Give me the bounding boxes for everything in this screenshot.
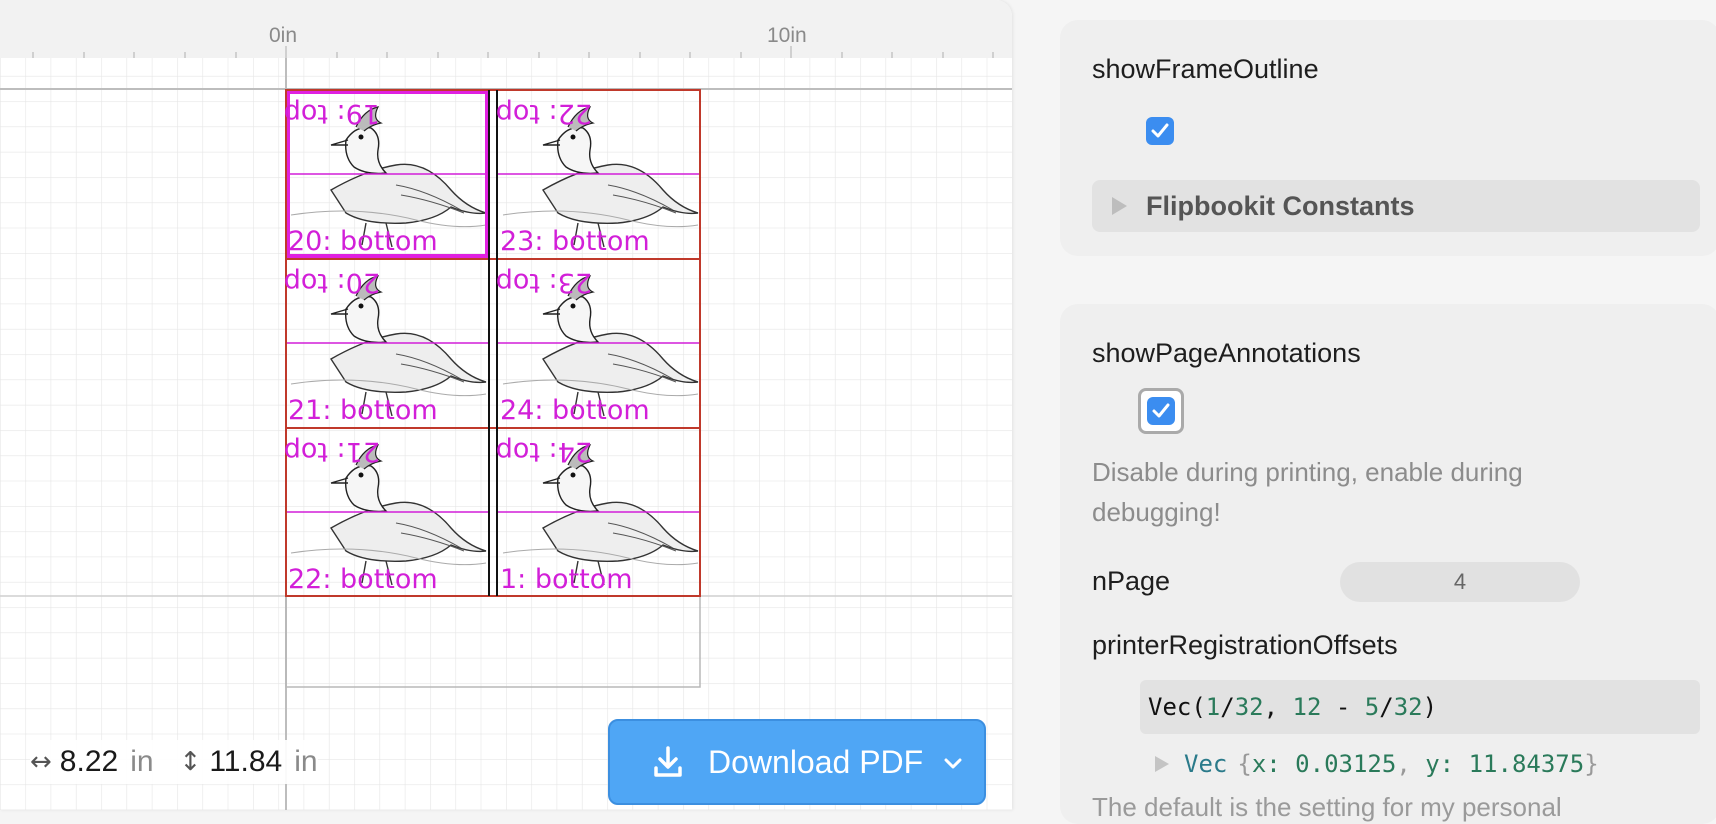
code-close: ) [1422, 693, 1438, 721]
page-canvas[interactable]: 0in 10in 19: top 22: top 20: top 23: top… [0, 0, 1012, 810]
width-unit: in [130, 745, 154, 778]
ruler [0, 0, 1012, 58]
printer-registration-offsets-label: printerRegistrationOffsets [1092, 630, 1398, 660]
show-page-annotations-label: showPageAnnotations [1092, 338, 1361, 368]
frame-top-label: 19: top [284, 98, 380, 129]
vec-x-value: 0.03125 [1295, 750, 1397, 778]
download-pdf-button[interactable]: Download PDF [608, 719, 986, 805]
printer-registration-offsets-code-editor[interactable]: Vec(1/32, 12 - 5/32) [1140, 680, 1700, 734]
width-value: 8.22 [59, 745, 119, 778]
code-num: 32 [1234, 693, 1264, 721]
horizontal-arrow-icon: ↔ [30, 747, 52, 777]
frame-bottom-label: 24: bottom [500, 395, 650, 426]
ruler-label-0: 0in [269, 24, 297, 47]
npage-label: nPage [1092, 566, 1171, 596]
vec-x-key: x: [1251, 750, 1296, 778]
frame-bottom-label: 1: bottom [500, 564, 633, 595]
vertical-arrow-icon: ↕ [179, 747, 202, 777]
frame-top-label: 23: top [496, 267, 592, 298]
code-num: 5 [1364, 693, 1380, 721]
frame-top-label: 21: top [284, 436, 380, 467]
checkmark-icon [1152, 403, 1170, 418]
code-op: - [1321, 693, 1365, 721]
ruler-label-10: 10in [767, 24, 807, 47]
frame-outline-card: showFrameOutline Flipbookit Constants [1060, 20, 1716, 256]
brace-open: { [1237, 750, 1252, 778]
frame-top-label: 22: top [496, 98, 592, 129]
flipbookit-constants-label: Flipbookit Constants [1146, 190, 1415, 221]
frame-bottom-label: 21: bottom [288, 395, 438, 426]
download-pdf-label: Download PDF [708, 743, 924, 780]
frame-top-label: 20: top [284, 267, 380, 298]
height-readout: ↕ 11.84 in [180, 745, 318, 779]
code-fn: Vec( [1148, 693, 1206, 721]
show-page-annotations-checkbox[interactable] [1147, 397, 1175, 425]
download-icon [654, 746, 682, 777]
code-num: 12 [1292, 693, 1322, 721]
code-num: 1 [1205, 693, 1221, 721]
show-frame-outline-label: showFrameOutline [1092, 54, 1319, 84]
show-frame-outline-checkbox[interactable] [1146, 117, 1174, 145]
disclosure-triangle-icon [1155, 756, 1169, 772]
vec-result-toggle[interactable]: Vec {x: 0.03125, y: 11.84375} [1152, 750, 1599, 778]
code-op: / [1220, 693, 1235, 721]
vec-y-key: y: [1425, 750, 1469, 778]
page-settings-card: showPageAnnotations Disable during print… [1060, 304, 1716, 824]
disclosure-triangle-icon [1112, 197, 1127, 215]
canvas-area[interactable]: 0in 10in 19: top 22: top 20: top 23: top… [0, 0, 1012, 810]
code-op: / [1379, 693, 1394, 721]
flipbookit-constants-toggle[interactable]: Flipbookit Constants [1092, 180, 1700, 232]
brace-close: } [1584, 750, 1599, 778]
code-sep: , [1263, 693, 1293, 721]
npage-input[interactable]: 4 [1340, 562, 1580, 602]
checkmark-icon [1151, 123, 1169, 138]
show-page-annotations-focus-ring[interactable] [1138, 388, 1184, 434]
comma: , [1396, 750, 1426, 778]
frame-bottom-label: 22: bottom [288, 564, 438, 595]
frame-top-label: 24: top [496, 436, 592, 467]
height-unit: in [294, 745, 318, 778]
chevron-down-icon[interactable] [940, 751, 966, 777]
height-value: 11.84 [209, 745, 283, 778]
grid [0, 58, 1012, 810]
code-num: 32 [1393, 693, 1423, 721]
frame-bottom-label: 23: bottom [500, 226, 650, 257]
size-readout: ↔ 8.22 in ↕ 11.84 in [30, 740, 318, 784]
width-readout: ↔ 8.22 in [30, 745, 154, 779]
frame-bottom-label: 20: bottom [288, 226, 438, 257]
printer-registration-footnote: The default is the setting for my person… [1092, 792, 1562, 822]
show-page-annotations-description: Disable during printing, enable during d… [1092, 457, 1523, 527]
vec-result-name: Vec [1184, 750, 1228, 778]
vec-y-value: 11.84375 [1468, 750, 1585, 778]
